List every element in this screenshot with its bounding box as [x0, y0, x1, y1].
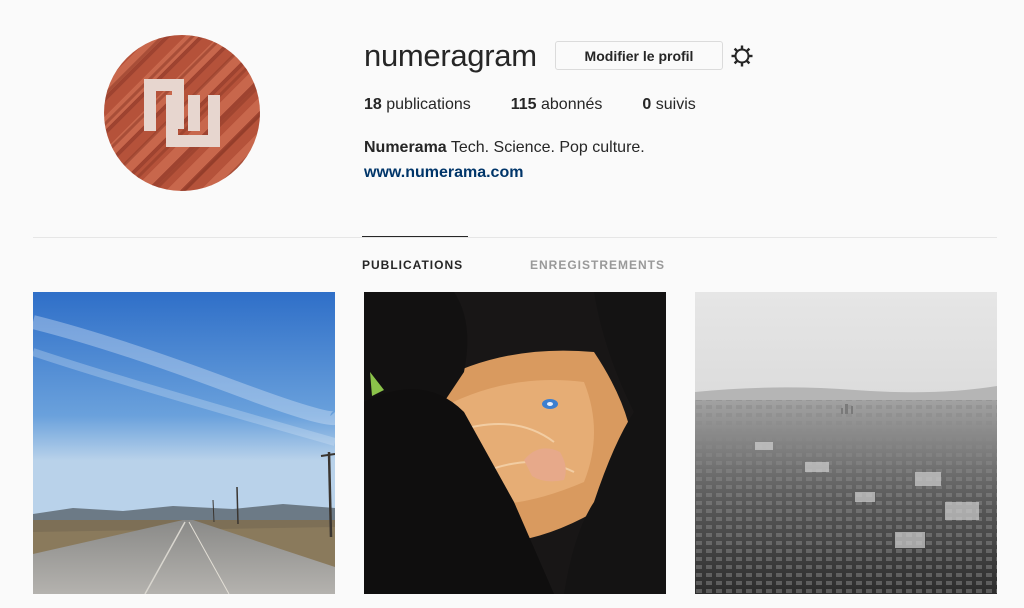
followers-stat[interactable]: 115 abonnés [511, 96, 603, 114]
username: numeragram [364, 38, 537, 73]
gear-icon[interactable] [730, 44, 754, 68]
publications-stat[interactable]: 18 publications [364, 96, 471, 114]
bio: Numerama Tech. Science. Pop culture. [364, 139, 645, 157]
followers-count: 115 [510, 96, 537, 113]
tabs-divider [33, 237, 997, 238]
publications-count: 18 [364, 96, 382, 113]
numerama-logo [104, 35, 260, 191]
tab-enregistrements[interactable]: ENREGISTREMENTS [530, 258, 665, 272]
tab-publications[interactable]: PUBLICATIONS [362, 258, 463, 272]
publications-label: publications [381, 96, 471, 113]
post-image-highway [33, 292, 335, 594]
following-count: 0 [642, 96, 652, 113]
post-image-map [364, 292, 666, 594]
post-image-city [695, 292, 997, 594]
website-link[interactable]: www.numerama.com [364, 164, 523, 182]
profile-stats: 18 publications 115 abonnés 0 suivis [364, 96, 736, 114]
bio-name: Numerama [364, 139, 447, 156]
avatar[interactable] [104, 35, 260, 191]
following-stat[interactable]: 0 suivis [642, 96, 695, 114]
active-tab-indicator [362, 236, 468, 237]
following-label: suivis [651, 96, 696, 113]
bio-text: Tech. Science. Pop culture. [446, 139, 645, 156]
edit-profile-button[interactable]: Modifier le profil [555, 41, 723, 70]
post-thumbnail[interactable] [695, 292, 997, 594]
post-thumbnail[interactable] [364, 292, 666, 594]
followers-label: abonnés [536, 96, 603, 113]
post-thumbnail[interactable] [33, 292, 335, 594]
